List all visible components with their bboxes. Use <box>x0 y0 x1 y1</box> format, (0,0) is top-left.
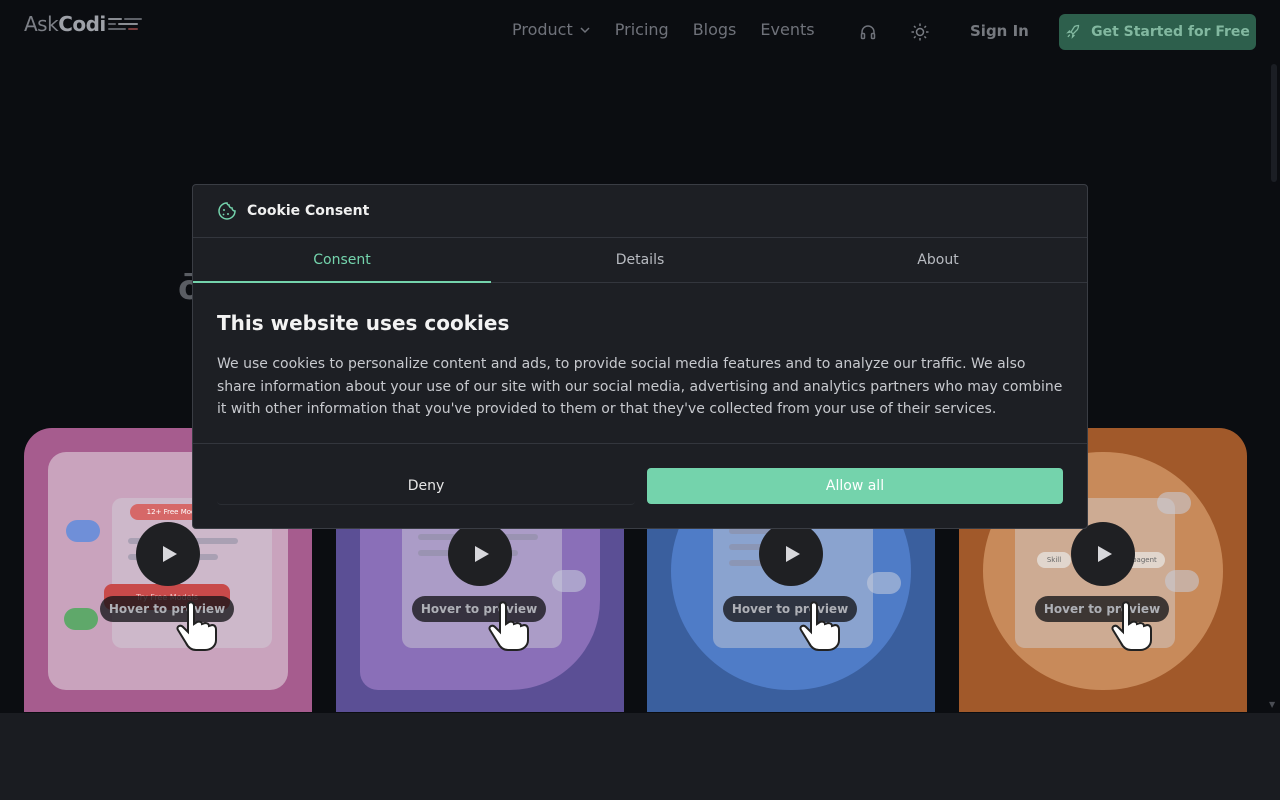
headphones-icon[interactable] <box>859 23 877 41</box>
play-button[interactable] <box>1071 522 1135 586</box>
scroll-down-arrow-icon[interactable]: ▼ <box>1269 700 1275 709</box>
sun-icon[interactable] <box>911 23 929 41</box>
grid-app-chip-icon <box>66 520 100 542</box>
tab-about[interactable]: About <box>789 238 1087 282</box>
nav-blogs[interactable]: Blogs <box>693 20 737 39</box>
book-chip-icon <box>867 572 901 594</box>
page-scrollbar[interactable] <box>1271 64 1277 182</box>
tab-consent[interactable]: Consent <box>193 238 491 283</box>
cookie-consent-dialog: Cookie Consent Consent Details About Thi… <box>192 184 1088 529</box>
chevron-down-icon <box>580 26 590 33</box>
deny-button[interactable]: Deny <box>217 468 635 505</box>
tools-chip-icon <box>1157 492 1191 514</box>
nav-pricing[interactable]: Pricing <box>615 20 669 39</box>
nav-events[interactable]: Events <box>760 20 814 39</box>
coin-chip-icon <box>64 608 98 630</box>
play-icon <box>163 546 177 562</box>
sign-in-link[interactable]: Sign In <box>970 22 1029 40</box>
pointer-hand-icon <box>488 601 529 651</box>
sliders-chip-icon <box>552 570 586 592</box>
play-button[interactable] <box>759 522 823 586</box>
play-icon <box>475 546 489 562</box>
bottom-area <box>0 713 1280 800</box>
pointer-hand-icon <box>1111 601 1152 651</box>
cookie-dialog-title: Cookie Consent <box>247 203 370 219</box>
briefcase-chip-icon <box>1165 570 1199 592</box>
cookie-dialog-footer: Deny Allow all <box>193 443 1087 528</box>
askcodi-logo[interactable]: AskCodi <box>24 12 144 36</box>
play-icon <box>1098 546 1112 562</box>
logo-lines-mark <box>107 16 144 32</box>
tab-details[interactable]: Details <box>491 238 789 282</box>
allow-all-button[interactable]: Allow all <box>647 468 1063 504</box>
play-button[interactable] <box>136 522 200 586</box>
cookie-icon <box>218 202 236 220</box>
play-button[interactable] <box>448 522 512 586</box>
cookie-dialog-header: Cookie Consent <box>193 185 1087 238</box>
cookie-heading: This website uses cookies <box>217 311 510 335</box>
nav-product[interactable]: Product <box>512 20 591 39</box>
cookie-tabs: Consent Details About <box>193 238 1087 283</box>
top-navbar: AskCodi Product Pricing Blogs Events Sig… <box>0 0 1280 64</box>
rocket-icon <box>1066 24 1080 39</box>
cookie-description: We use cookies to personalize content an… <box>217 356 1063 417</box>
get-started-button[interactable]: Get Started for Free <box>1059 14 1256 50</box>
pointer-hand-icon <box>176 601 217 651</box>
play-icon <box>786 546 800 562</box>
skill-chip: Skill <box>1037 552 1071 568</box>
pointer-hand-icon <box>799 601 840 651</box>
